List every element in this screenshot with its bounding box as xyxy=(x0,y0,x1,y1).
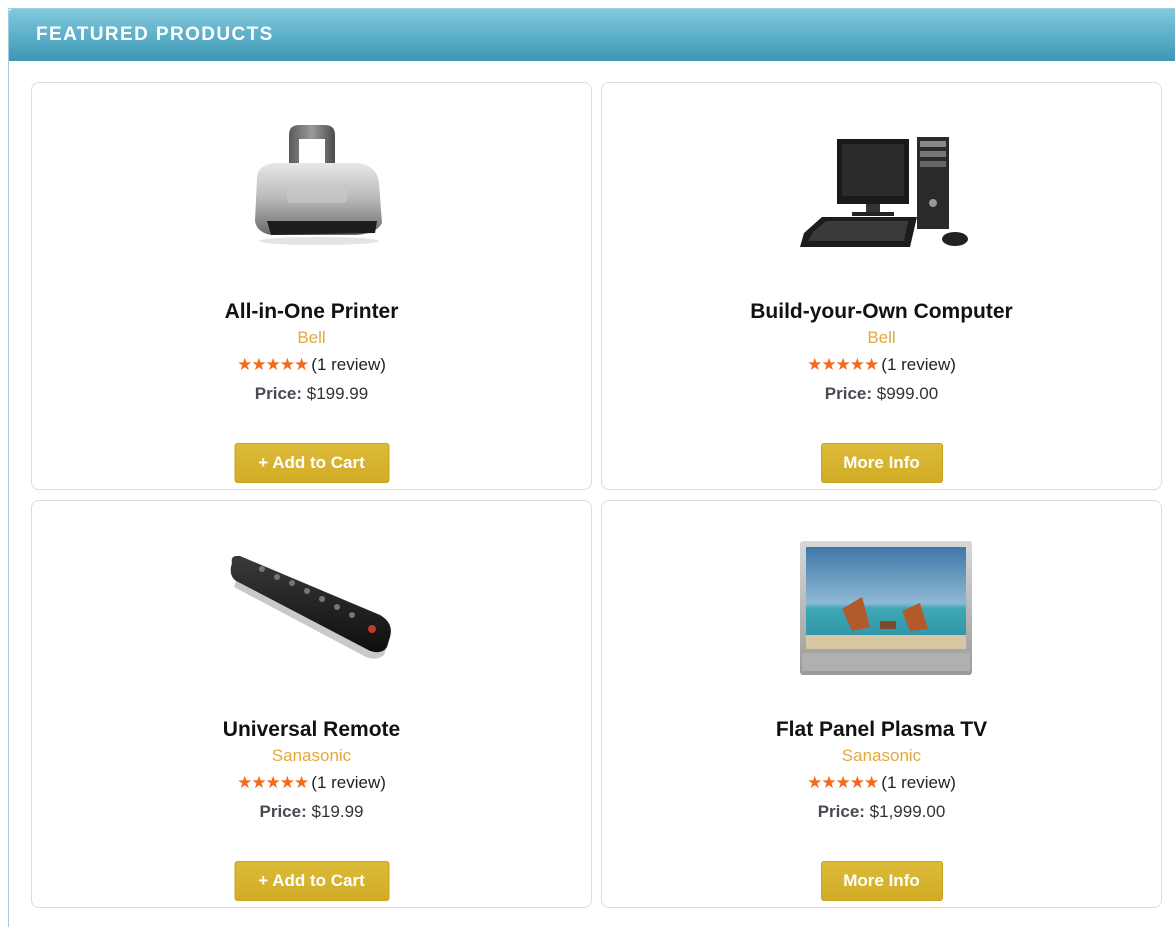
product-card-printer: All-in-One Printer Bell ★★★★★ (1 review) … xyxy=(31,82,592,490)
price-value: $199.99 xyxy=(306,384,369,403)
remote-control-image[interactable] xyxy=(222,551,402,661)
panel-header: FEATURED PRODUCTS xyxy=(9,9,1175,61)
product-brand[interactable]: Sanasonic xyxy=(602,746,1161,766)
price-label: Price: xyxy=(259,802,307,821)
star-rating-icon: ★★★★★ xyxy=(237,355,309,374)
price-value: $1,999.00 xyxy=(869,802,946,821)
price-label: Price: xyxy=(254,384,303,403)
product-rating: ★★★★★ (1 review) xyxy=(602,355,1161,375)
product-name[interactable]: Build-your-Own Computer xyxy=(602,300,1161,324)
product-price: Price: $1,999.00 xyxy=(602,802,1161,822)
price-label: Price: xyxy=(817,802,865,821)
product-name[interactable]: Flat Panel Plasma TV xyxy=(602,718,1161,742)
more-info-button[interactable]: More Info xyxy=(820,443,943,483)
product-rating: ★★★★★ (1 review) xyxy=(32,773,591,793)
price-value: $999.00 xyxy=(876,384,939,403)
price-label: Price: xyxy=(824,384,873,403)
product-price: Price: $999.00 xyxy=(602,384,1161,404)
product-price: Price: $199.99 xyxy=(32,384,591,404)
printer-image[interactable] xyxy=(227,123,397,253)
star-rating-icon: ★★★★★ xyxy=(237,773,309,792)
product-card-remote: Universal Remote Sanasonic ★★★★★ (1 revie… xyxy=(31,500,592,908)
more-info-button[interactable]: More Info xyxy=(820,861,943,901)
plasma-tv-image[interactable] xyxy=(792,537,972,677)
review-count[interactable]: (1 review) xyxy=(881,773,956,792)
product-brand[interactable]: Bell xyxy=(32,328,591,348)
add-to-cart-button[interactable]: + Add to Cart xyxy=(234,861,389,901)
product-price: Price: $19.99 xyxy=(32,802,591,822)
product-card-tv: Flat Panel Plasma TV Sanasonic ★★★★★ (1 r… xyxy=(601,500,1162,908)
product-card-computer: Build-your-Own Computer Bell ★★★★★ (1 rev… xyxy=(601,82,1162,490)
product-brand[interactable]: Bell xyxy=(602,328,1161,348)
desktop-computer-image[interactable] xyxy=(792,131,972,256)
product-rating: ★★★★★ (1 review) xyxy=(602,773,1161,793)
product-name[interactable]: Universal Remote xyxy=(32,718,591,742)
review-count[interactable]: (1 review) xyxy=(311,773,386,792)
star-rating-icon: ★★★★★ xyxy=(807,773,879,792)
product-rating: ★★★★★ (1 review) xyxy=(32,355,591,375)
star-rating-icon: ★★★★★ xyxy=(807,355,879,374)
review-count[interactable]: (1 review) xyxy=(311,355,386,374)
add-to-cart-button[interactable]: + Add to Cart xyxy=(234,443,389,483)
panel-title: FEATURED PRODUCTS xyxy=(36,24,274,45)
price-value: $19.99 xyxy=(311,802,364,821)
product-brand[interactable]: Sanasonic xyxy=(32,746,591,766)
product-name[interactable]: All-in-One Printer xyxy=(32,300,591,324)
review-count[interactable]: (1 review) xyxy=(881,355,956,374)
featured-products-panel: FEATURED PRODUCTS All-in-One Printer Bel… xyxy=(8,8,1175,927)
